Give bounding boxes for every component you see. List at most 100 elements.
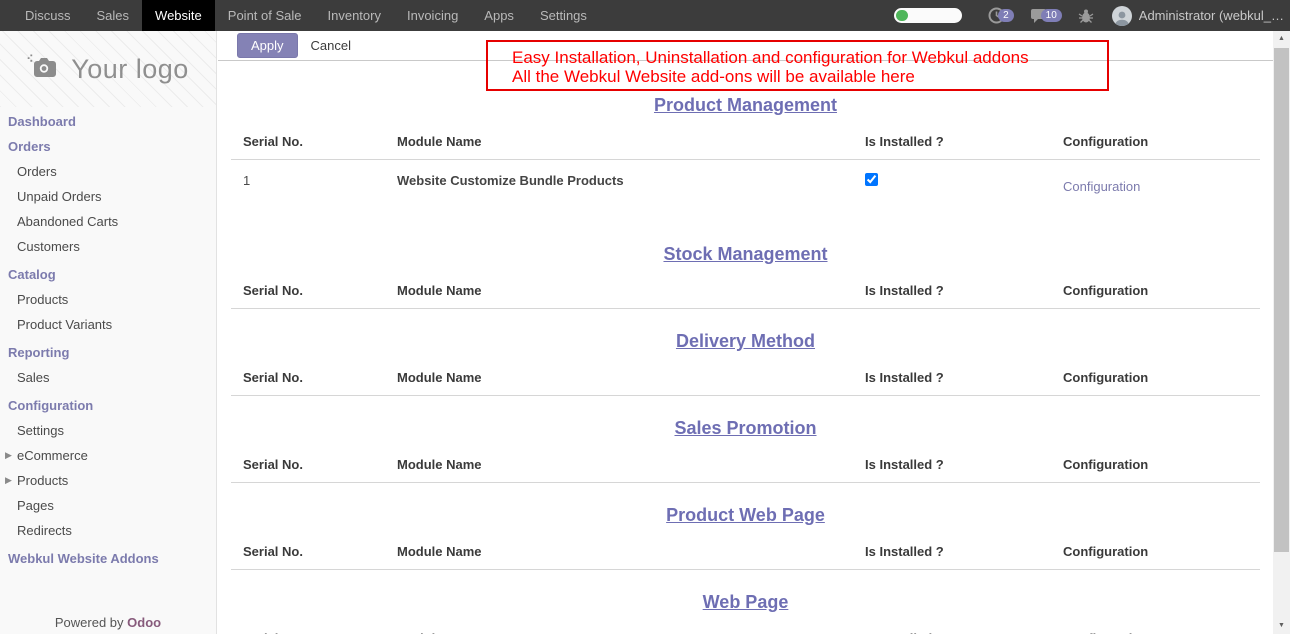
scrollbar-thumb[interactable] [1274,48,1289,552]
menu-sales[interactable]: Sales [84,0,143,31]
annotation-line-2: All the Webkul Website add-ons will be a… [512,67,1107,86]
sidebar-item-ecommerce[interactable]: ▶ eCommerce [0,443,216,468]
section-title: Web Page [218,592,1273,613]
sidebar-heading-reporting[interactable]: Reporting [0,340,216,365]
sidebar-heading-configuration[interactable]: Configuration [0,393,216,418]
bug-icon [1078,8,1094,24]
camera-icon [27,54,61,84]
menu-settings[interactable]: Settings [527,0,600,31]
section-title: Delivery Method [218,331,1273,352]
powered-by: Powered by Odoo [0,615,216,630]
sidebar-item-settings[interactable]: Settings [0,418,216,443]
trial-progress-bar[interactable] [894,8,962,23]
section-stock-management: Stock Management Serial No. Module Name … [218,244,1273,309]
col-module-name: Module Name [397,544,865,559]
chevron-right-icon: ▶ [5,443,12,468]
table-row: 1 Website Customize Bundle Products Conf… [231,160,1260,222]
section-title: Product Management [218,95,1273,116]
chevron-right-icon: ▶ [5,468,12,493]
annotation-callout: Easy Installation, Uninstallation and co… [486,40,1109,91]
table-header: Serial No. Module Name Is Installed ? Co… [231,370,1260,396]
col-module-name: Module Name [397,370,865,385]
menu-website[interactable]: Website [142,0,215,31]
annotation-line-1: Easy Installation, Uninstallation and co… [512,48,1107,67]
section-product-management: Product Management Serial No. Module Nam… [218,95,1273,222]
scroll-up-arrow[interactable]: ▲ [1273,31,1290,47]
installed-checkbox[interactable] [865,173,878,186]
messages-menu[interactable]: 10 [1030,8,1062,24]
user-menu[interactable]: Administrator (webkul_… [1139,8,1284,23]
systray: 2 10 Administrator (webkul_… [894,6,1284,26]
menu-inventory[interactable]: Inventory [315,0,394,31]
activity-badge: 2 [998,9,1014,22]
col-module-name: Module Name [397,283,865,298]
powered-by-label: Powered by [55,615,124,630]
debug-menu[interactable] [1078,8,1094,24]
activity-menu[interactable]: 2 [988,7,1014,24]
addon-sections: Product Management Serial No. Module Nam… [218,61,1273,634]
col-is-installed: Is Installed ? [865,283,1063,298]
company-logo[interactable]: Your logo [0,31,216,107]
col-serial-no: Serial No. [243,457,397,472]
top-navbar: Discuss Sales Website Point of Sale Inve… [0,0,1290,31]
section-product-web-page: Product Web Page Serial No. Module Name … [218,505,1273,570]
sidebar-item-customers[interactable]: Customers [0,234,216,259]
sidebar-item-config-products[interactable]: ▶ Products [0,468,216,493]
menu-point-of-sale[interactable]: Point of Sale [215,0,315,31]
sidebar-item-abandoned-carts[interactable]: Abandoned Carts [0,209,216,234]
col-is-installed: Is Installed ? [865,544,1063,559]
col-module-name: Module Name [397,134,865,149]
odoo-brand-link[interactable]: Odoo [127,615,161,630]
col-configuration: Configuration [1063,370,1260,385]
vertical-scrollbar[interactable]: ▲ ▼ [1273,31,1290,634]
menu-apps[interactable]: Apps [471,0,527,31]
col-module-name: Module Name [397,457,865,472]
cell-module-name: Website Customize Bundle Products [397,173,865,188]
sidebar-item-label: Products [17,473,68,488]
sidebar: Your logo Dashboard Orders Orders Unpaid… [0,31,217,634]
scroll-down-arrow[interactable]: ▼ [1273,618,1290,634]
sidebar-item-products[interactable]: Products [0,287,216,312]
col-serial-no: Serial No. [243,134,397,149]
sidebar-item-unpaid-orders[interactable]: Unpaid Orders [0,184,216,209]
main-content: Apply Cancel Easy Installation, Uninstal… [218,31,1273,634]
cancel-button[interactable]: Cancel [311,38,351,53]
user-avatar[interactable] [1112,6,1132,26]
table-header: Serial No. Module Name Is Installed ? Co… [231,457,1260,483]
col-configuration: Configuration [1063,457,1260,472]
sidebar-item-dashboard[interactable]: Dashboard [0,109,216,134]
col-is-installed: Is Installed ? [865,370,1063,385]
section-web-page: Web Page Serial No. Module Name Is Insta… [218,592,1273,634]
sidebar-item-pages[interactable]: Pages [0,493,216,518]
col-configuration: Configuration [1063,544,1260,559]
table-header: Serial No. Module Name Is Installed ? Co… [231,283,1260,309]
col-is-installed: Is Installed ? [865,134,1063,149]
col-serial-no: Serial No. [243,544,397,559]
sidebar-item-redirects[interactable]: Redirects [0,518,216,543]
sidebar-heading-orders[interactable]: Orders [0,134,216,159]
table-header: Serial No. Module Name Is Installed ? Co… [231,544,1260,570]
col-configuration: Configuration [1063,134,1260,149]
section-delivery-method: Delivery Method Serial No. Module Name I… [218,331,1273,396]
sidebar-item-label: eCommerce [17,448,88,463]
section-sales-promotion: Sales Promotion Serial No. Module Name I… [218,418,1273,483]
configuration-link[interactable]: Configuration [1063,179,1140,194]
apply-button[interactable]: Apply [237,33,298,58]
menu-invoicing[interactable]: Invoicing [394,0,471,31]
sidebar-item-orders[interactable]: Orders [0,159,216,184]
col-serial-no: Serial No. [243,283,397,298]
menu-discuss[interactable]: Discuss [12,0,84,31]
messages-badge: 10 [1041,9,1062,22]
progress-fill [896,10,908,21]
sidebar-item-product-variants[interactable]: Product Variants [0,312,216,337]
cell-installed [865,173,1063,189]
top-menu-list: Discuss Sales Website Point of Sale Inve… [12,0,600,31]
sidebar-item-webkul-website-addons[interactable]: Webkul Website Addons [0,546,216,571]
sidebar-item-sales[interactable]: Sales [0,365,216,390]
section-title: Stock Management [218,244,1273,265]
logo-text: Your logo [71,54,189,85]
section-title: Sales Promotion [218,418,1273,439]
section-title: Product Web Page [218,505,1273,526]
col-serial-no: Serial No. [243,370,397,385]
sidebar-heading-catalog[interactable]: Catalog [0,262,216,287]
